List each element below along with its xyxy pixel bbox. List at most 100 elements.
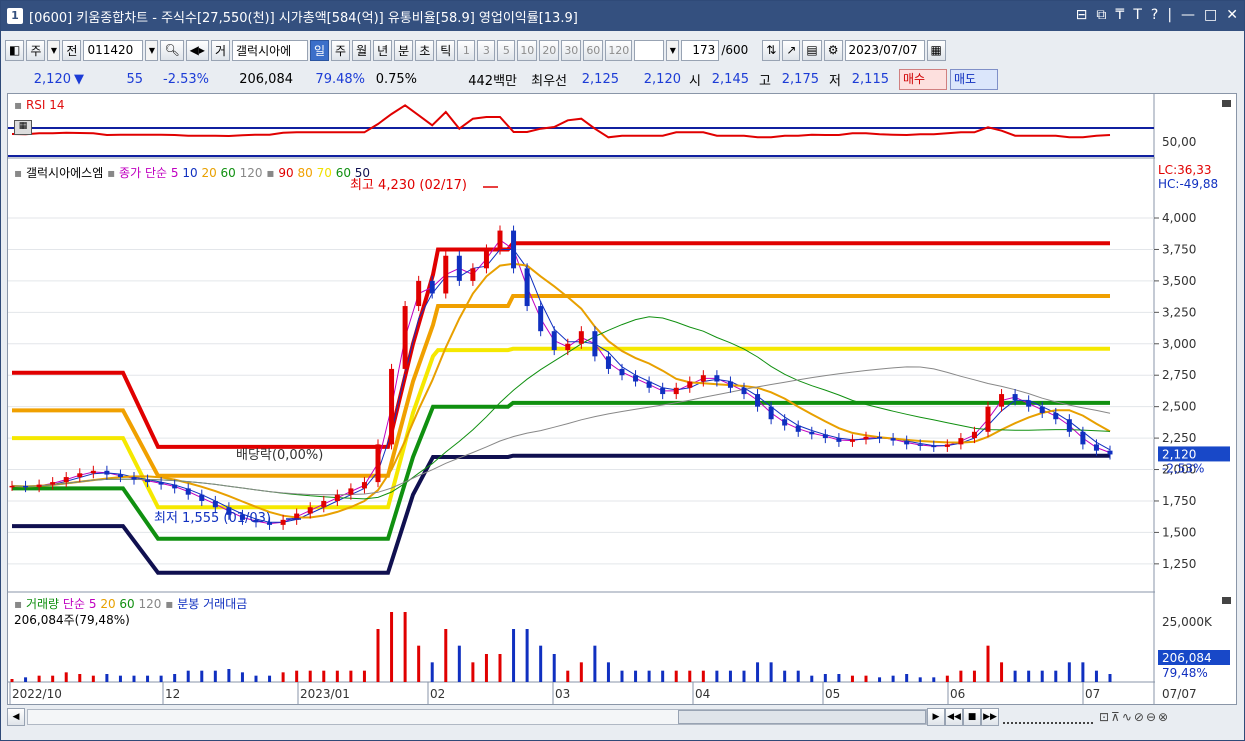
draw-icon[interactable]: ↗ (782, 39, 801, 61)
grid-toggle-icon[interactable]: ▦ (14, 120, 32, 135)
stock-name-field: 갤럭시아에 (231, 39, 308, 61)
tab-day[interactable]: 일 (309, 39, 330, 61)
indicator-icon[interactable]: ⇅ (762, 39, 781, 61)
code-input[interactable]: 011420 (83, 39, 144, 61)
interval-30[interactable]: 30 (561, 39, 582, 61)
env-80: 80 (297, 166, 313, 180)
tab-minute[interactable]: 분 (394, 39, 414, 61)
maximize-icon[interactable]: □ (1204, 7, 1217, 23)
x-tick-label: 12 (165, 687, 180, 701)
volume-bar (78, 674, 82, 682)
volume-bar (1013, 670, 1017, 682)
interval-120[interactable]: 120 (605, 39, 633, 61)
volume-bar (796, 670, 800, 682)
volume-bar (986, 645, 990, 682)
candle (619, 368, 625, 376)
gear-icon[interactable]: ⚙ (823, 39, 843, 61)
volume-bar (579, 662, 583, 682)
volume-bar (959, 670, 963, 682)
volume-bar (146, 675, 150, 682)
volume-bar (837, 674, 841, 682)
zoom-slider[interactable] (1003, 710, 1093, 724)
interval-60[interactable]: 60 (583, 39, 604, 61)
search-icon[interactable]: 🔍︎ (160, 39, 184, 61)
chevron-down-icon[interactable]: ▼ (47, 39, 61, 61)
rewind-icon[interactable]: ◀◀ (945, 708, 963, 726)
ma-20: 20 (201, 166, 217, 180)
font-icon[interactable]: T (1133, 7, 1142, 23)
chart-menu-icon[interactable]: ◧ (5, 39, 25, 61)
save-icon[interactable]: ▤ (802, 39, 822, 61)
scroll-right-icon[interactable]: ▶ (927, 708, 945, 726)
interval-3[interactable]: 3 (477, 39, 496, 61)
candle (77, 473, 83, 478)
stop-icon[interactable]: ■ (963, 708, 981, 726)
tab-tick[interactable]: 틱 (436, 39, 456, 61)
interval-5[interactable]: 5 (497, 39, 516, 61)
count-max: /600 (721, 43, 749, 57)
price-chart-svg[interactable]: 최고 4,230 (02/17)최저 1,555 (01/03)배당락(0,00… (8, 94, 1236, 704)
close-icon[interactable]: ✕ (1226, 7, 1238, 23)
rsi-legend[interactable]: ▪ RSI 14 (14, 98, 65, 112)
env-70: 70 (316, 166, 332, 180)
volume-ma-120: 120 (138, 597, 162, 611)
x-tick-label: 03 (555, 687, 570, 701)
scroll-left-icon[interactable]: ◀ (7, 708, 25, 726)
speaker-icon[interactable]: ◀▸ (185, 39, 209, 61)
x-tick-label: 02 (430, 687, 445, 701)
pin-icon[interactable]: ₸ (1115, 7, 1124, 23)
count-input[interactable]: 173 (681, 39, 720, 61)
candle (795, 425, 801, 432)
restore-icon[interactable]: ⧉ (1096, 7, 1106, 23)
separator: | (1167, 7, 1173, 23)
help-icon[interactable]: ? (1151, 7, 1158, 23)
forward-icon[interactable]: ▶▶ (981, 708, 999, 726)
price-legend[interactable]: ▪ 갤럭시아에스엠 ▪ 종가 단순 5 10 20 60 120 ▪ 90 80… (14, 164, 370, 181)
tab-week[interactable]: 주 (331, 39, 351, 61)
tab-year[interactable]: 년 (373, 39, 393, 61)
tools-icon[interactable]: ⊡⊼∿⊘⊖⊗ (1099, 710, 1170, 724)
candle (348, 488, 354, 495)
candle (199, 494, 205, 501)
sell-button[interactable]: 매도 (950, 68, 998, 90)
date-input[interactable]: 2023/07/07 (844, 39, 925, 61)
interval-20[interactable]: 20 (539, 39, 560, 61)
x-tick-label: 07 (1085, 687, 1100, 701)
minimize-icon[interactable]: — (1181, 7, 1195, 23)
buy-button[interactable]: 매수 (899, 68, 947, 90)
panel-settings-icon (1222, 100, 1231, 107)
name-button[interactable]: 거 (210, 39, 230, 61)
type-select[interactable]: 주 (26, 39, 46, 61)
volume-label: 거래량 (25, 597, 60, 611)
chart-area[interactable]: 최고 4,230 (02/17) 최저 1,555 (01/03) 배당락(0,00… (7, 93, 1237, 705)
tab-second[interactable]: 초 (415, 39, 435, 61)
calendar-icon[interactable]: ▦ (926, 39, 946, 61)
candle (1026, 400, 1032, 407)
legend-marker-icon: ▪ (14, 597, 23, 611)
y-tick-label: 2,750 (1162, 368, 1196, 382)
title-bar: 1 [0600] 키움종합차트 - 주식수[27,550(천)] 시가총액[58… (1, 1, 1244, 31)
volume-bar (51, 675, 55, 682)
prev-button[interactable]: 전 (62, 39, 82, 61)
price-change: 55 (126, 71, 143, 87)
candle (782, 419, 788, 426)
layout-icon[interactable]: ⊟ (1076, 7, 1088, 23)
volume-bar (850, 675, 854, 682)
volume-bar (64, 672, 68, 682)
chart-window: 1 [0600] 키움종합차트 - 주식수[27,550(천)] 시가총액[58… (0, 0, 1245, 741)
interval-input[interactable] (634, 39, 665, 61)
interval-10[interactable]: 10 (517, 39, 538, 61)
volume-legend[interactable]: ▪ 거래량 단순 5 20 60 120 ▪ 분봉 거래대금 (14, 595, 247, 612)
candle (877, 436, 883, 439)
interval-1[interactable]: 1 (457, 39, 476, 61)
scrollbar-row: ◀ ▶ ◀◀ ■ ▶▶ ⊡⊼∿⊘⊖⊗ (7, 706, 1237, 728)
scroll-track[interactable] (27, 709, 927, 725)
lc-label: LC:36,33 (1158, 163, 1211, 177)
chevron-down-icon[interactable]: ▼ (145, 39, 159, 61)
tab-month[interactable]: 월 (352, 39, 372, 61)
volume-bar (891, 675, 895, 682)
scroll-thumb[interactable] (678, 710, 926, 724)
x-tick-label: 05 (825, 687, 840, 701)
chevron-down-icon[interactable]: ▼ (666, 39, 680, 61)
volume-bar (634, 670, 638, 682)
